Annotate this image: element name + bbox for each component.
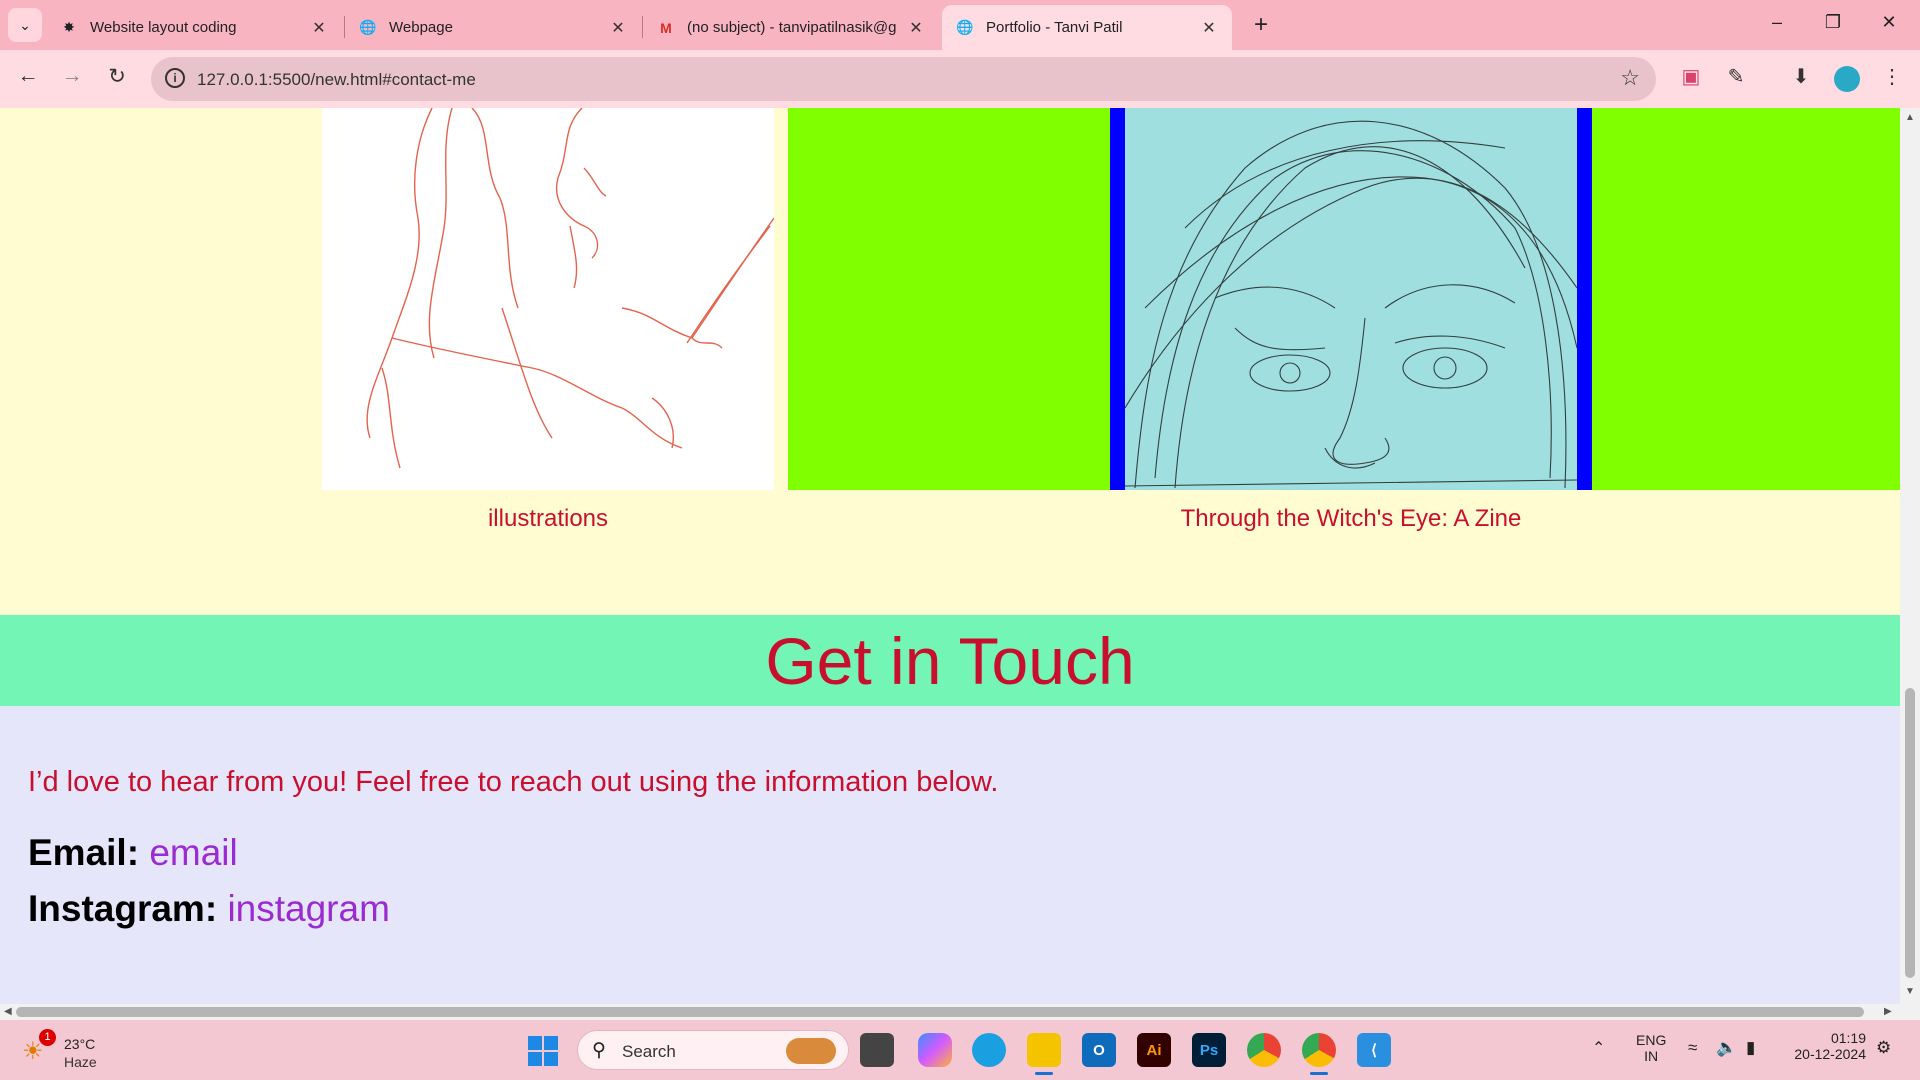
red-pencil-sketch-image xyxy=(366,108,775,469)
windows-taskbar: ☀ 1 23°C Haze ⚲ Search O Ai Ps ⟨ ⌃ ENG I… xyxy=(0,1020,1920,1080)
illustrations-caption[interactable]: illustrations xyxy=(322,505,774,533)
horizontal-scroll-thumb[interactable] xyxy=(16,1007,1864,1017)
profile-avatar[interactable] xyxy=(1834,66,1860,92)
scroll-right-arrow-icon[interactable]: ▶ xyxy=(1884,1006,1892,1017)
language-line1: ENG xyxy=(1636,1032,1667,1048)
globe-icon: 🌐 xyxy=(359,19,377,35)
contact-header: Get in Touch xyxy=(0,615,1900,706)
instagram-row: Instagram: instagram xyxy=(28,888,390,930)
chrome-profile-icon[interactable] xyxy=(1302,1033,1336,1075)
vertical-scrollbar[interactable]: ▲ ▼ xyxy=(1900,108,1920,1004)
clock-time: 01:19 xyxy=(1830,1030,1866,1046)
chatgpt-icon: ✸ xyxy=(63,19,75,35)
weather-widget[interactable]: ☀ 1 23°C Haze xyxy=(22,1029,132,1073)
zine-image[interactable] xyxy=(1124,108,1578,490)
search-label: Search xyxy=(622,1042,676,1061)
email-label: Email: xyxy=(28,832,140,873)
volume-icon[interactable]: 🔈 xyxy=(1716,1038,1737,1058)
wifi-icon[interactable]: ≈ xyxy=(1688,1038,1697,1058)
bookmark-star-icon[interactable]: ☆ xyxy=(1620,65,1640,91)
contact-heading: Get in Touch xyxy=(765,623,1135,698)
zine-caption[interactable]: Through the Witch's Eye: A Zine xyxy=(1060,505,1642,533)
search-icon: ⚲ xyxy=(592,1040,606,1061)
notification-badge: 1 xyxy=(39,1029,56,1046)
scroll-up-arrow-icon[interactable]: ▲ xyxy=(1905,112,1915,123)
scroll-left-arrow-icon[interactable]: ◀ xyxy=(4,1006,12,1017)
restore-button[interactable]: ❐ xyxy=(1818,12,1848,33)
file-explorer-icon[interactable] xyxy=(1027,1033,1061,1075)
gmail-icon: M xyxy=(660,19,672,36)
address-bar[interactable]: i 127.0.0.1:5500/new.html#contact-me ☆ xyxy=(151,57,1656,101)
language-indicator[interactable]: ENG IN xyxy=(1636,1032,1666,1064)
illustration-image[interactable] xyxy=(322,108,775,490)
horizontal-scrollbar[interactable]: ◀ ▶ xyxy=(0,1004,1920,1020)
page-viewport: illustrations Through the Witch's Eye: A… xyxy=(0,108,1900,1004)
notifications-icon[interactable]: ⚙ xyxy=(1876,1038,1891,1058)
search-highlight-art-icon xyxy=(786,1038,836,1064)
start-button[interactable] xyxy=(528,1036,558,1066)
face-sketch-image xyxy=(1124,120,1578,489)
clock[interactable]: 01:19 20-12-2024 xyxy=(1784,1030,1866,1062)
scroll-down-arrow-icon[interactable]: ▼ xyxy=(1905,986,1915,997)
close-tab-icon[interactable]: ✕ xyxy=(310,18,328,38)
chrome-icon[interactable] xyxy=(1247,1033,1281,1067)
instagram-label: Instagram: xyxy=(28,888,218,929)
windows-logo-pane xyxy=(544,1036,558,1050)
minimize-button[interactable]: – xyxy=(1762,12,1792,33)
tab-webpage[interactable]: 🌐 Webpage ✕ xyxy=(345,5,641,50)
weather-temp: 23°C xyxy=(64,1036,96,1052)
chevron-down-icon: ⌄ xyxy=(19,16,31,33)
close-tab-icon[interactable]: ✕ xyxy=(1200,18,1218,38)
tab-gmail[interactable]: M (no subject) - tanvipatilnasik@g ✕ xyxy=(643,5,939,50)
reload-button[interactable]: ↻ xyxy=(102,64,132,89)
extension-icon[interactable]: ▣ xyxy=(1676,64,1706,89)
clock-date: 20-12-2024 xyxy=(1794,1046,1866,1062)
language-line2: IN xyxy=(1644,1048,1659,1064)
tab-title: Portfolio - Tanvi Patil xyxy=(986,19,1123,36)
tray-overflow-chevron-icon[interactable]: ⌃ xyxy=(1592,1038,1605,1058)
new-tab-button[interactable]: + xyxy=(1246,11,1276,39)
projects-section: illustrations Through the Witch's Eye: A… xyxy=(0,108,1900,615)
taskbar-search[interactable]: ⚲ Search xyxy=(577,1030,849,1070)
close-tab-icon[interactable]: ✕ xyxy=(907,18,925,38)
tab-title: Webpage xyxy=(389,19,453,36)
tab-title: Website layout coding xyxy=(90,19,237,36)
extensions-puzzle-icon[interactable]: ✎ xyxy=(1721,64,1751,89)
url-text[interactable]: 127.0.0.1:5500/new.html#contact-me xyxy=(197,70,476,90)
vscode-icon[interactable]: ⟨ xyxy=(1357,1033,1391,1067)
battery-icon[interactable]: ▮ xyxy=(1746,1038,1755,1058)
close-tab-icon[interactable]: ✕ xyxy=(609,18,627,38)
task-view-icon[interactable] xyxy=(860,1033,894,1067)
illustrator-icon[interactable]: Ai xyxy=(1137,1033,1171,1067)
download-icon[interactable]: ⬇ xyxy=(1786,64,1816,89)
tab-title: (no subject) - tanvipatilnasik@g xyxy=(687,19,897,36)
tab-portfolio[interactable]: 🌐 Portfolio - Tanvi Patil ✕ xyxy=(942,5,1232,50)
instagram-link[interactable]: instagram xyxy=(227,888,389,929)
browser-toolbar: ← → ↻ i 127.0.0.1:5500/new.html#contact-… xyxy=(0,50,1920,108)
site-info-icon[interactable]: i xyxy=(165,68,185,88)
email-row: Email: email xyxy=(28,832,238,874)
tab-website-layout-coding[interactable]: ✸ Website layout coding ✕ xyxy=(46,5,342,50)
tab-strip: ⌄ ✸ Website layout coding ✕ 🌐 Webpage ✕ … xyxy=(0,0,1920,50)
vertical-scroll-thumb[interactable] xyxy=(1905,688,1915,978)
close-window-button[interactable]: ✕ xyxy=(1874,12,1904,33)
windows-logo-pane xyxy=(528,1052,542,1066)
photoshop-icon[interactable]: Ps xyxy=(1192,1033,1226,1067)
copilot-icon[interactable] xyxy=(918,1033,952,1067)
email-link[interactable]: email xyxy=(149,832,237,873)
contact-section: I’d love to hear from you! Feel free to … xyxy=(0,706,1900,1004)
contact-intro-text: I’d love to hear from you! Feel free to … xyxy=(28,766,999,798)
back-button[interactable]: ← xyxy=(13,64,43,88)
forward-button[interactable]: → xyxy=(57,64,87,88)
tab-search-button[interactable]: ⌄ xyxy=(8,8,42,42)
weather-condition: Haze xyxy=(64,1054,97,1070)
windows-logo-pane xyxy=(544,1052,558,1066)
globe-icon: 🌐 xyxy=(956,19,974,35)
menu-dots-icon[interactable]: ⋮ xyxy=(1877,64,1907,89)
edge-icon[interactable] xyxy=(972,1033,1006,1067)
windows-logo-pane xyxy=(528,1036,542,1050)
outlook-icon[interactable]: O xyxy=(1082,1033,1116,1067)
